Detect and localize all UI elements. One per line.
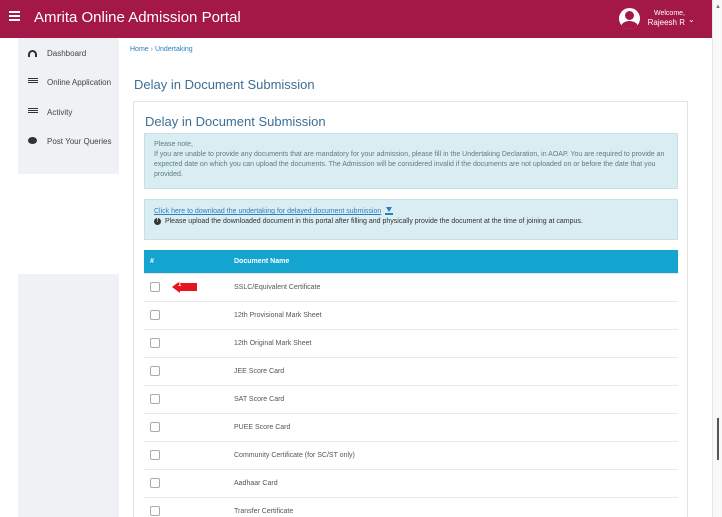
download-icon[interactable] <box>385 206 394 215</box>
document-checkbox[interactable] <box>150 478 160 488</box>
table-row: 12th Original Mark Sheet <box>144 328 678 357</box>
card-title: Delay in Document Submission <box>145 114 326 129</box>
user-name: Rajeesh R <box>647 18 685 27</box>
sidebar-item-post-your-queries[interactable]: Post Your Queries <box>18 129 119 153</box>
annotation-number: 1 <box>178 282 182 288</box>
document-table: # Document Name SSLC/Equivalent Certific… <box>144 250 678 517</box>
document-name: SSLC/Equivalent Certificate <box>234 272 678 301</box>
table-header-row: # Document Name <box>144 250 678 273</box>
sidebar-item-label: Activity <box>47 108 73 117</box>
column-header-document-name: Document Name <box>234 250 678 273</box>
sidebar: Dashboard Online Application Activity Po… <box>18 38 119 517</box>
dashboard-icon <box>28 50 37 57</box>
sidebar-item-dashboard[interactable]: Dashboard <box>18 41 119 65</box>
notice-body: If you are unable to provide any documen… <box>154 151 665 178</box>
document-name: Community Certificate (for SC/ST only) <box>234 440 678 469</box>
chat-icon <box>28 137 37 144</box>
document-name: PUEE Score Card <box>234 412 678 441</box>
table-row: Aadhaar Card <box>144 468 678 497</box>
chevron-down-icon[interactable]: ⌄ <box>688 15 695 24</box>
app-title: Amrita Online Admission Portal <box>34 9 241 26</box>
sidebar-item-label: Post Your Queries <box>47 137 112 146</box>
breadcrumb-separator: › <box>150 46 153 53</box>
document-checkbox[interactable] <box>150 310 160 320</box>
table-row: SAT Score Card <box>144 384 678 413</box>
notice-box: Please note, If you are unable to provid… <box>144 133 678 189</box>
download-undertaking-link[interactable]: Click here to download the undertaking f… <box>154 208 381 215</box>
document-name: 12th Original Mark Sheet <box>234 328 678 357</box>
sidebar-item-label: Dashboard <box>47 49 87 58</box>
document-checkbox[interactable] <box>150 506 160 517</box>
document-name: Transfer Certificate <box>234 496 678 517</box>
table-row: PUEE Score Card <box>144 412 678 441</box>
table-row: JEE Score Card <box>144 356 678 385</box>
breadcrumb: Home › Undertaking <box>130 46 193 53</box>
document-name: Aadhaar Card <box>234 468 678 497</box>
page-title: Delay in Document Submission <box>134 77 315 92</box>
scrollbar-thumb[interactable] <box>717 418 719 460</box>
annotation-arrow-icon: 1 <box>172 281 197 293</box>
user-menu[interactable]: Welcome, Rajeesh R <box>645 9 685 27</box>
sidebar-spacer <box>18 174 119 274</box>
document-checkbox[interactable] <box>150 338 160 348</box>
list-icon <box>28 77 38 87</box>
table-row: Community Certificate (for SC/ST only) <box>144 440 678 469</box>
sidebar-item-online-application[interactable]: Online Application <box>18 70 119 94</box>
top-bar: Amrita Online Admission Portal Welcome, … <box>0 0 712 38</box>
document-checkbox[interactable] <box>150 394 160 404</box>
document-checkbox[interactable] <box>150 450 160 460</box>
sidebar-item-activity[interactable]: Activity <box>18 100 119 124</box>
download-hint: Please upload the downloaded document in… <box>164 218 583 225</box>
document-name: JEE Score Card <box>234 356 678 385</box>
info-icon: ! <box>154 217 161 225</box>
column-header-number: # <box>144 250 234 273</box>
scroll-up-arrow-icon[interactable]: ▲ <box>713 4 722 10</box>
page-scrollbar[interactable]: ▲ <box>712 0 722 517</box>
table-row: Transfer Certificate <box>144 496 678 517</box>
document-checkbox[interactable] <box>150 366 160 376</box>
sidebar-item-label: Online Application <box>47 78 112 87</box>
undertaking-card: Delay in Document Submission Please note… <box>133 101 688 517</box>
document-checkbox[interactable] <box>150 282 160 292</box>
list-icon <box>28 107 38 117</box>
user-avatar-icon[interactable] <box>619 8 640 29</box>
download-info-box: Click here to download the undertaking f… <box>144 199 678 240</box>
table-row: SSLC/Equivalent Certificate <box>144 272 678 301</box>
table-row: 12th Provisional Mark Sheet <box>144 300 678 329</box>
document-name: 12th Provisional Mark Sheet <box>234 300 678 329</box>
notice-heading: Please note, <box>154 141 193 148</box>
welcome-label: Welcome, <box>654 10 685 17</box>
breadcrumb-home-link[interactable]: Home <box>130 46 149 53</box>
hamburger-menu-icon[interactable] <box>9 11 20 21</box>
document-name: SAT Score Card <box>234 384 678 413</box>
document-checkbox[interactable] <box>150 422 160 432</box>
breadcrumb-current-link[interactable]: Undertaking <box>155 46 193 53</box>
